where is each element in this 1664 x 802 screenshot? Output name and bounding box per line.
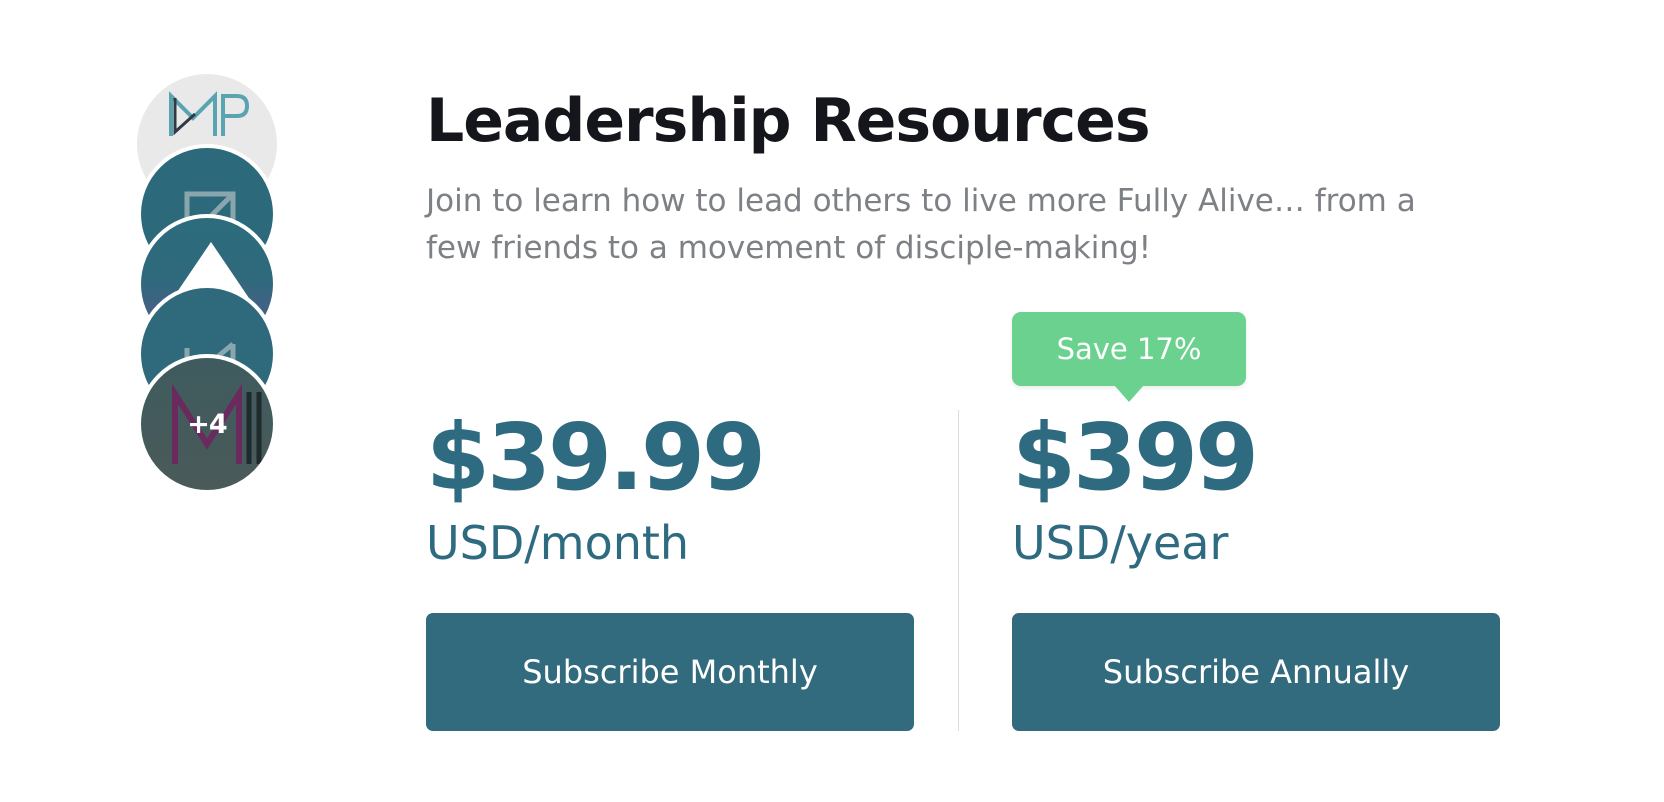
page-title: Leadership Resources: [426, 86, 1151, 156]
plan-divider: [958, 410, 959, 731]
annual-period: USD/year: [1012, 516, 1229, 570]
subscribe-monthly-button[interactable]: Subscribe Monthly: [426, 613, 914, 731]
m-logo-icon[interactable]: +4: [137, 354, 277, 494]
more-members-count: +4: [187, 409, 227, 440]
group-avatar-stack: +4: [137, 74, 281, 498]
save-badge: Save 17%: [1012, 312, 1246, 402]
annual-price: $399: [1012, 404, 1259, 511]
monthly-period: USD/month: [426, 516, 690, 570]
page-description: Join to learn how to lead others to live…: [426, 183, 1416, 266]
monthly-price: $39.99: [426, 404, 766, 511]
save-badge-label: Save 17%: [1056, 332, 1202, 366]
subscribe-annually-button[interactable]: Subscribe Annually: [1012, 613, 1500, 731]
annual-plan: Save 17% $399 USD/year Subscribe Annuall…: [1012, 312, 1500, 732]
monthly-plan: $39.99 USD/month Subscribe Monthly: [426, 312, 914, 732]
